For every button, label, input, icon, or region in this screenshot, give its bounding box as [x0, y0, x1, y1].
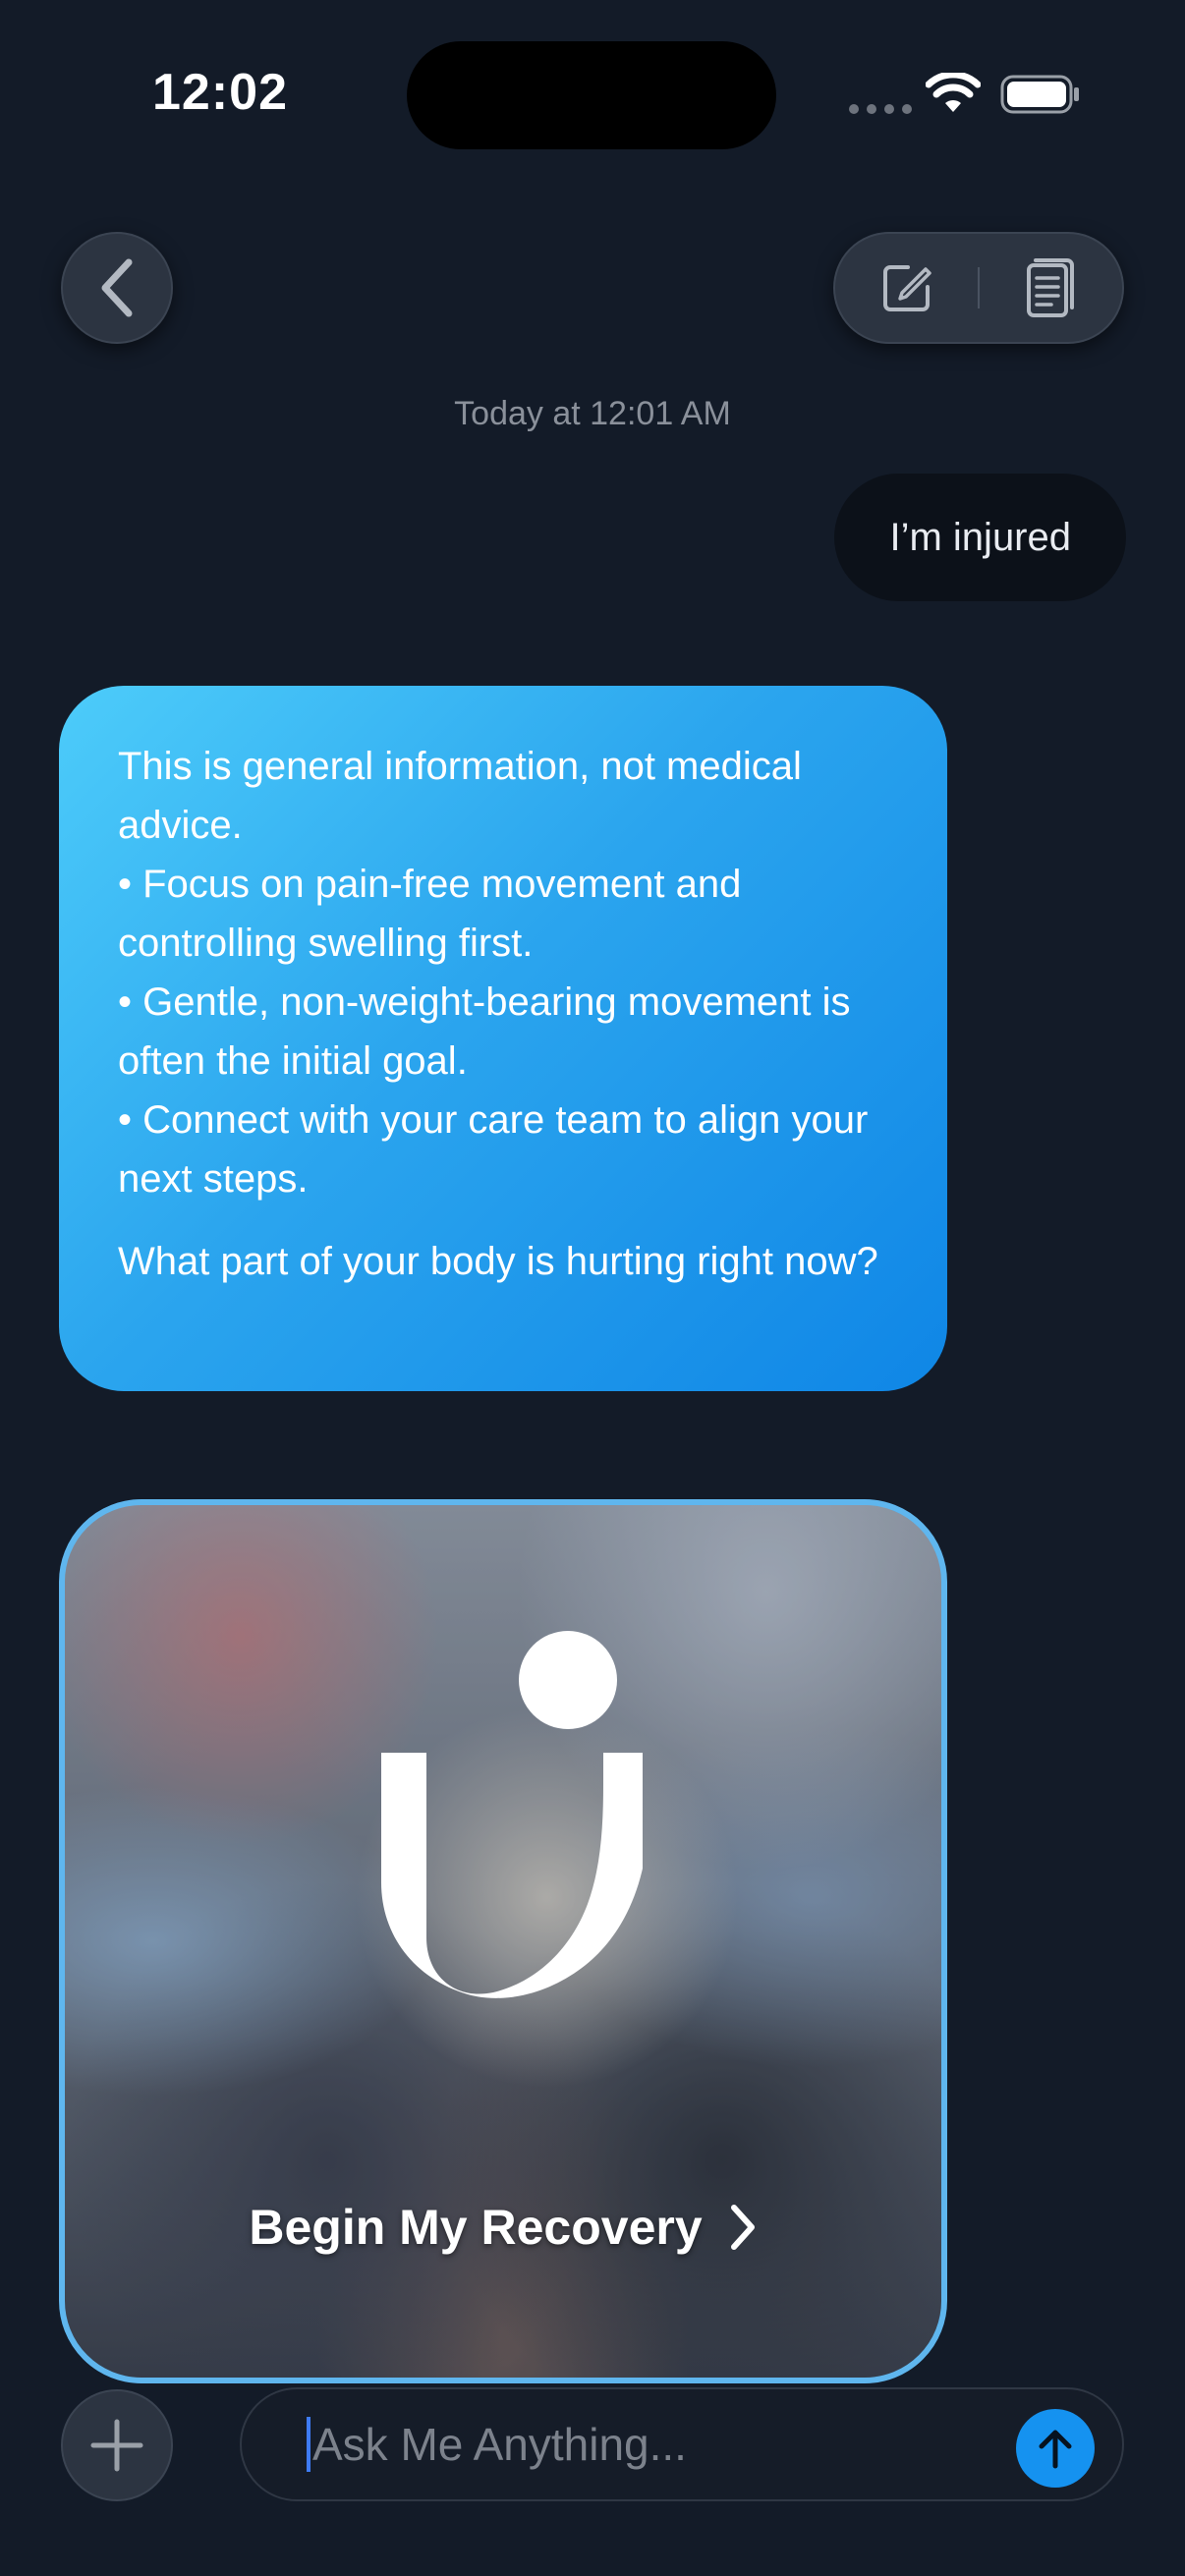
compose-button[interactable]	[835, 234, 978, 342]
begin-recovery-label: Begin My Recovery	[249, 2200, 703, 2255]
back-button[interactable]	[61, 232, 173, 344]
text-cursor	[307, 2417, 310, 2472]
notes-button[interactable]	[980, 234, 1122, 342]
wifi-icon	[926, 73, 981, 112]
disclaimer-text: This is general information, not medical…	[118, 745, 802, 847]
header-actions	[833, 232, 1124, 344]
message-input[interactable]: Ask Me Anything...	[240, 2387, 1124, 2501]
message-timestamp: Today at 12:01 AM	[454, 395, 731, 432]
follow-up-question: What part of your body is hurting right …	[118, 1240, 878, 1283]
bullet-item: • Connect with your care team to align y…	[118, 1098, 869, 1201]
dynamic-island	[407, 41, 776, 149]
compose-icon	[882, 265, 931, 311]
input-placeholder: Ask Me Anything...	[312, 2419, 687, 2470]
status-time: 12:02	[152, 64, 288, 121]
chevron-right-icon	[730, 2205, 755, 2250]
send-button[interactable]	[1016, 2409, 1095, 2488]
brand-logo-icon	[381, 1631, 643, 1998]
bullet-item: • Gentle, non-weight-bearing movement is…	[118, 980, 851, 1083]
document-icon	[1027, 258, 1075, 317]
begin-recovery-card[interactable]: Begin My Recovery	[59, 1499, 947, 2383]
user-message-bubble: I’m injured	[834, 474, 1126, 601]
cellular-signal-icon	[849, 104, 912, 114]
begin-recovery-button[interactable]: Begin My Recovery	[65, 2199, 941, 2256]
assistant-message-bubble: This is general information, not medical…	[59, 686, 947, 1391]
plus-icon	[90, 2419, 143, 2472]
bullet-item: • Focus on pain-free movement and contro…	[118, 863, 742, 965]
add-attachment-button[interactable]	[61, 2389, 173, 2501]
battery-icon	[1000, 75, 1079, 114]
arrow-up-icon	[1039, 2430, 1072, 2469]
chevron-left-icon	[101, 258, 133, 317]
